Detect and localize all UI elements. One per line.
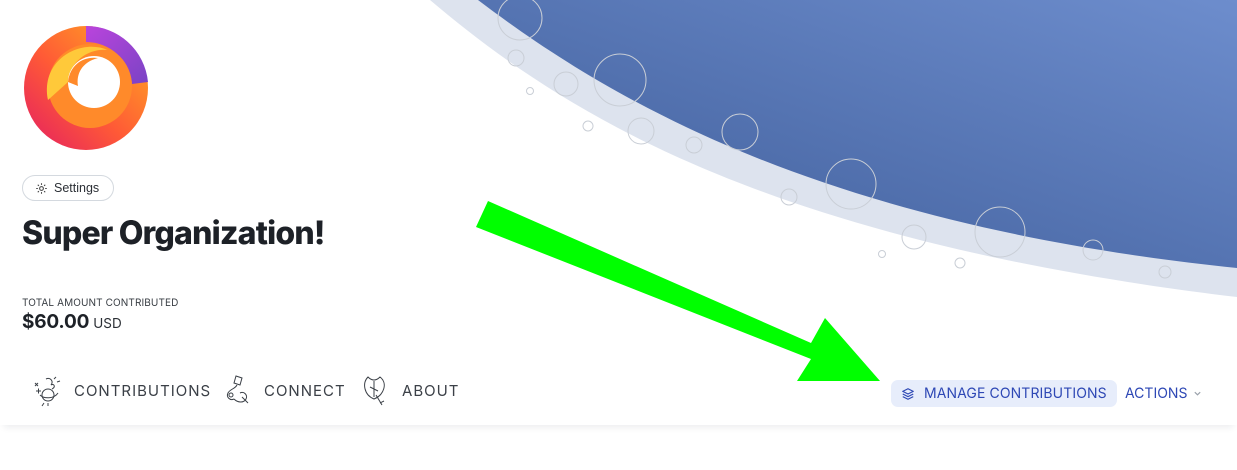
total-amount-value: $60.00 xyxy=(22,310,90,333)
chevron-down-icon xyxy=(1194,391,1202,396)
nav-tab-contributions[interactable]: CONTRIBUTIONS xyxy=(32,355,211,425)
nav-tab-label: ABOUT xyxy=(402,380,460,400)
total-amount-label: TOTAL AMOUNT CONTRIBUTED xyxy=(22,297,179,309)
nav-tab-connect[interactable]: CONNECT xyxy=(222,355,346,425)
layers-icon xyxy=(902,387,914,400)
settings-label: Settings xyxy=(54,181,100,195)
annotation-arrow-shape xyxy=(476,201,880,381)
connect-illustration-icon xyxy=(227,375,249,404)
manage-contributions-button[interactable]: MANAGE CONTRIBUTIONS xyxy=(891,380,1117,407)
settings-button[interactable]: Settings xyxy=(22,175,115,201)
total-amount: $60.00 USD xyxy=(22,310,122,333)
organization-logo xyxy=(24,25,148,150)
nav-tab-label: CONTRIBUTIONS xyxy=(74,380,212,400)
gear-icon xyxy=(36,182,47,194)
manage-contributions-label: MANAGE CONTRIBUTIONS xyxy=(924,385,1107,402)
total-amount-currency: USD xyxy=(93,316,122,332)
nav-tab-about[interactable]: ABOUT xyxy=(360,355,459,425)
page-title: Super Organization! xyxy=(22,213,325,252)
annotation-arrow xyxy=(476,201,880,381)
contributions-illustration-icon xyxy=(34,376,61,407)
about-illustration-icon xyxy=(364,376,385,406)
actions-dropdown[interactable]: ACTIONS xyxy=(1125,380,1202,407)
nav-tab-label: CONNECT xyxy=(264,380,346,400)
actions-label: ACTIONS xyxy=(1125,385,1188,402)
